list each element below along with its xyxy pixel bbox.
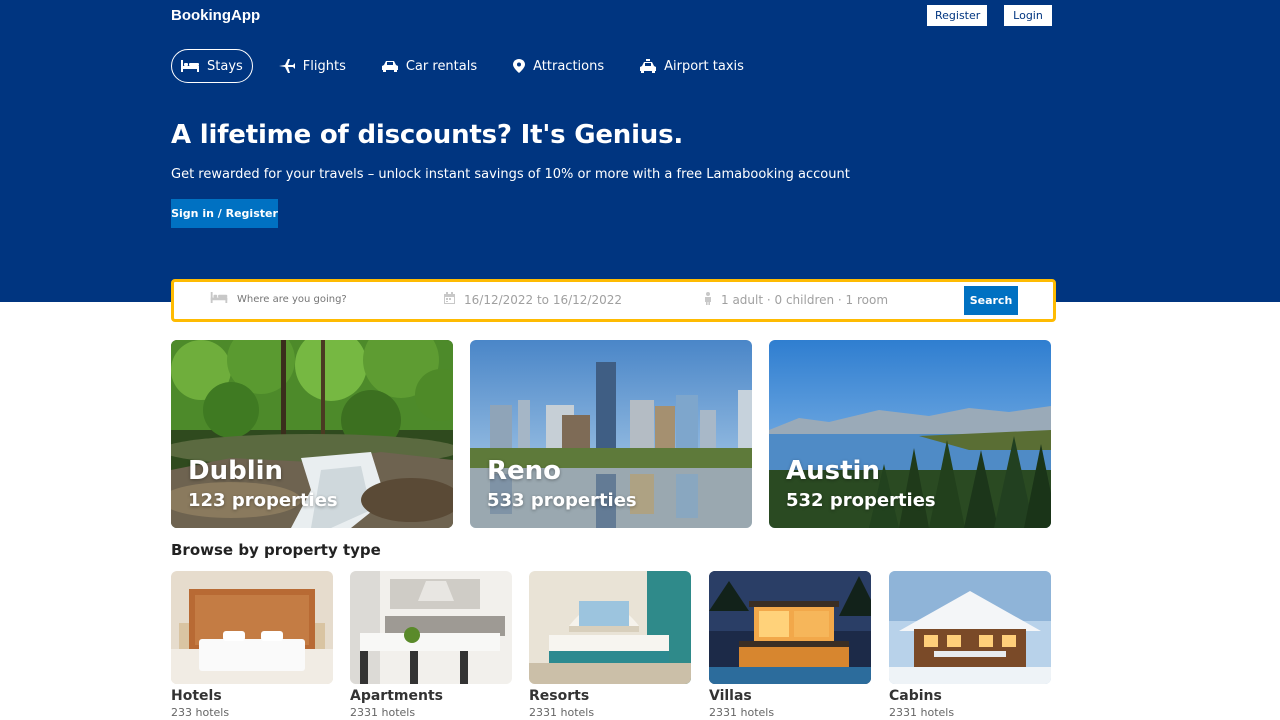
calendar-icon [444, 292, 455, 307]
featured-card-reno[interactable]: Reno 533 properties [470, 340, 752, 528]
header-background [0, 0, 1280, 302]
tab-label: Airport taxis [664, 58, 744, 74]
featured-city-name: Austin [786, 456, 880, 486]
map-pin-icon [513, 59, 526, 73]
featured-property-count: 533 properties [487, 490, 637, 511]
car-icon [381, 60, 398, 72]
date-range-text: 16/12/2022 to 16/12/2022 [464, 292, 623, 307]
property-type-villas[interactable]: Villas 2331 hotels [709, 571, 871, 719]
property-type-hotels[interactable]: Hotels 233 hotels [171, 571, 333, 719]
property-type-name: Resorts [529, 688, 590, 704]
property-type-name: Cabins [889, 688, 942, 704]
featured-city-name: Reno [487, 456, 562, 486]
tab-car-rentals[interactable]: Car rentals [372, 49, 487, 83]
guests-text: 1 adult · 0 children · 1 room [721, 293, 889, 307]
bed-icon [181, 60, 199, 72]
search-bar: 16/12/2022 to 16/12/2022 1 adult · 0 chi… [171, 279, 1056, 322]
hotels-image [171, 571, 333, 684]
navbar: BookingApp Register Login [171, 0, 1052, 32]
browse-section-title: Browse by property type [171, 541, 381, 559]
featured-property-count: 532 properties [786, 490, 936, 511]
property-type-count: 2331 hotels [529, 706, 595, 719]
tab-stays[interactable]: Stays [171, 49, 253, 83]
destination-input[interactable] [237, 293, 397, 305]
property-type-name: Villas [709, 688, 752, 704]
bed-icon [210, 292, 228, 306]
guests-field[interactable]: 1 adult · 0 children · 1 room [704, 292, 888, 308]
tab-flights[interactable]: Flights [269, 49, 356, 83]
search-button[interactable]: Search [964, 286, 1018, 315]
property-type-name: Apartments [350, 688, 443, 704]
property-type-count: 2331 hotels [889, 706, 955, 719]
property-type-name: Hotels [171, 688, 222, 704]
property-type-count: 2331 hotels [709, 706, 775, 719]
sign-in-register-button[interactable]: Sign in / Register [171, 199, 278, 228]
taxi-icon [640, 59, 657, 73]
hero-title: A lifetime of discounts? It's Genius. [171, 120, 684, 150]
property-type-resorts[interactable]: Resorts 2331 hotels [529, 571, 691, 719]
cabins-image [889, 571, 1051, 684]
person-icon [704, 292, 712, 308]
tab-label: Car rentals [405, 58, 478, 74]
featured-city-name: Dublin [188, 456, 284, 486]
tab-label: Attractions [533, 58, 605, 74]
featured-card-dublin[interactable]: Dublin 123 properties [171, 340, 453, 528]
logo[interactable]: BookingApp [171, 7, 260, 24]
featured-property-count: 123 properties [188, 490, 338, 511]
property-type-count: 233 hotels [171, 706, 230, 719]
register-button[interactable]: Register [927, 5, 987, 26]
header-tabs: Stays Flights Car rentals Attractions Ai… [171, 49, 770, 83]
date-picker-field[interactable]: 16/12/2022 to 16/12/2022 [444, 292, 622, 307]
tab-attractions[interactable]: Attractions [503, 49, 614, 83]
destination-field[interactable] [210, 292, 397, 306]
property-type-count: 2331 hotels [350, 706, 416, 719]
featured-card-austin[interactable]: Austin 532 properties [769, 340, 1051, 528]
resorts-image [529, 571, 691, 684]
villas-image [709, 571, 871, 684]
tab-label: Stays [207, 58, 243, 74]
property-type-cabins[interactable]: Cabins 2331 hotels [889, 571, 1051, 719]
hero-subtitle: Get rewarded for your travels – unlock i… [171, 167, 850, 182]
property-type-apartments[interactable]: Apartments 2331 hotels [350, 571, 512, 719]
login-button[interactable]: Login [1004, 5, 1052, 26]
featured-cities: Dublin 123 properties Reno 533 propertie… [171, 340, 1052, 528]
plane-icon [278, 59, 295, 73]
tab-airport-taxis[interactable]: Airport taxis [630, 49, 754, 83]
tab-label: Flights [302, 58, 346, 74]
apartments-image [350, 571, 512, 684]
